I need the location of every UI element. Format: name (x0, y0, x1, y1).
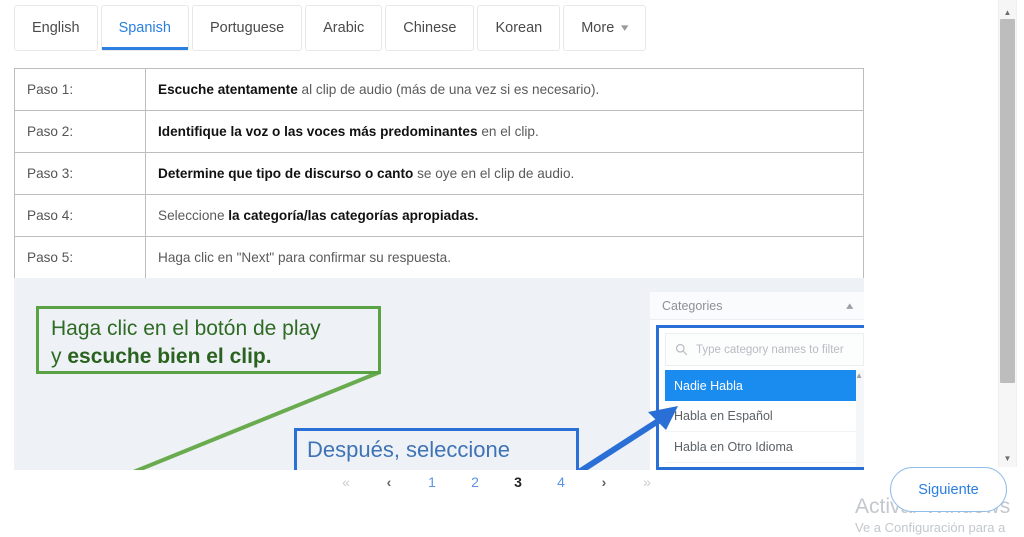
step-label: Paso 5: (14, 236, 146, 279)
table-row: Paso 4: Seleccione la categoría/las cate… (14, 194, 864, 237)
chevron-up-icon[interactable]: ▴ (847, 299, 854, 312)
language-tab-bar: English Spanish Portuguese Arabic Chines… (14, 5, 649, 53)
pagination-next[interactable]: › (583, 474, 626, 490)
categories-title: Categories (662, 298, 723, 313)
step-description: Identifique la voz o las voces más predo… (145, 110, 864, 153)
step-label: Paso 4: (14, 194, 146, 237)
tab-label: Korean (495, 20, 543, 36)
list-item[interactable]: Nadie Habla (665, 370, 864, 401)
tab-label: Arabic (323, 20, 365, 36)
step-emphasis: Identifique la voz o las voces más predo… (158, 124, 478, 139)
pagination-page-3[interactable]: 3 (497, 474, 540, 490)
page-scrollbar[interactable]: ▲ ▼ (993, 0, 1024, 470)
triangle-up-icon[interactable]: ▲ (855, 372, 863, 380)
triangle-down-icon[interactable]: ▼ (998, 450, 1017, 467)
green-callout-line2: y escuche bien el clip. (51, 343, 366, 371)
green-callout-emphasis: escuche bien el clip. (67, 345, 272, 368)
green-callout-lead: y (51, 345, 68, 368)
table-row: Paso 1: Escuche atentamente al clip de a… (14, 68, 864, 111)
pagination-prev[interactable]: ‹ (368, 474, 411, 490)
list-item[interactable]: Habla en Otro Idioma (665, 432, 864, 463)
tab-spanish[interactable]: Spanish (100, 5, 189, 51)
step-text: se oye en el clip de audio. (413, 166, 575, 181)
step-emphasis: Determine que tipo de discurso o canto (158, 166, 414, 181)
step-description: Determine que tipo de discurso o canto s… (145, 152, 864, 195)
step-emphasis: la categoría/las categorías apropiadas. (228, 208, 479, 223)
blue-callout-text: Después, seleccione (307, 437, 511, 462)
scrollbar-thumb[interactable] (1000, 19, 1015, 383)
tab-english[interactable]: English (14, 5, 98, 51)
step-description: Escuche atentamente al clip de audio (má… (145, 68, 864, 111)
instructions-table: Paso 1: Escuche atentamente al clip de a… (14, 68, 864, 279)
pagination-page-1[interactable]: 1 (411, 474, 454, 490)
tab-portuguese[interactable]: Portuguese (191, 5, 303, 51)
tab-label: More (581, 20, 615, 36)
category-filter-input[interactable]: Type category names to filter (665, 333, 864, 366)
watermark-subtitle: Ve a Configuración para a (855, 520, 1006, 535)
tab-label: Spanish (118, 20, 171, 36)
step-emphasis: Escuche atentamente (158, 82, 298, 97)
tab-arabic[interactable]: Arabic (305, 5, 383, 51)
step-description: Haga clic en "Next" para confirmar su re… (145, 236, 864, 279)
table-row: Paso 3: Determine que tipo de discurso o… (14, 152, 864, 195)
category-label: Nadie Habla (674, 378, 743, 393)
categories-highlight-box: Type category names to filter ▲ Nadie Ha… (656, 325, 864, 470)
green-callout-line1: Haga clic en el botón de play (51, 317, 321, 340)
pagination-last[interactable]: » (626, 474, 669, 490)
pagination-page-2[interactable]: 2 (454, 474, 497, 490)
tab-more[interactable]: More ▾ (563, 5, 646, 51)
step-label: Paso 2: (14, 110, 146, 153)
tab-label: Chinese (403, 20, 457, 36)
list-item[interactable]: Habla en Español (665, 401, 864, 432)
pagination-page-4[interactable]: 4 (540, 474, 583, 490)
step-text: Haga clic en "Next" para confirmar su re… (158, 250, 451, 265)
search-icon (675, 343, 688, 356)
step-label: Paso 3: (14, 152, 146, 195)
table-row: Paso 5: Haga clic en "Next" para confirm… (14, 236, 864, 279)
pagination-bar: « ‹ 1 2 3 4 › » (0, 468, 993, 496)
blue-callout-box: Después, seleccione (294, 428, 579, 470)
categories-panel: Categories ▴ Type category names to filt… (650, 292, 864, 470)
category-label: Habla en Español (674, 409, 773, 423)
step-text: al clip de audio (más de una vez si es n… (297, 82, 600, 97)
category-label: Habla en Otro Idioma (674, 440, 793, 454)
table-row: Paso 2: Identifique la voz o las voces m… (14, 110, 864, 153)
green-callout-box: Haga clic en el botón de play y escuche … (36, 306, 381, 374)
categories-list: ▲ Nadie Habla Habla en Español Habla en … (665, 370, 864, 467)
content-viewport: English Spanish Portuguese Arabic Chines… (0, 0, 993, 470)
chevron-down-icon: ▾ (621, 21, 629, 34)
instructional-illustration: Haga clic en el botón de play y escuche … (14, 278, 864, 470)
step-text: Seleccione (158, 208, 229, 223)
tab-label: Portuguese (209, 20, 285, 36)
tab-label: English (32, 20, 80, 36)
tab-chinese[interactable]: Chinese (385, 5, 475, 51)
step-label: Paso 1: (14, 68, 146, 111)
categories-header[interactable]: Categories ▴ (650, 292, 864, 320)
tab-korean[interactable]: Korean (477, 5, 561, 51)
categories-scrollbar[interactable]: ▲ (855, 370, 864, 467)
step-text: en el clip. (477, 124, 539, 139)
pagination-first[interactable]: « (325, 474, 368, 490)
category-filter-placeholder: Type category names to filter (696, 343, 844, 356)
step-description: Seleccione la categoría/las categorías a… (145, 194, 864, 237)
